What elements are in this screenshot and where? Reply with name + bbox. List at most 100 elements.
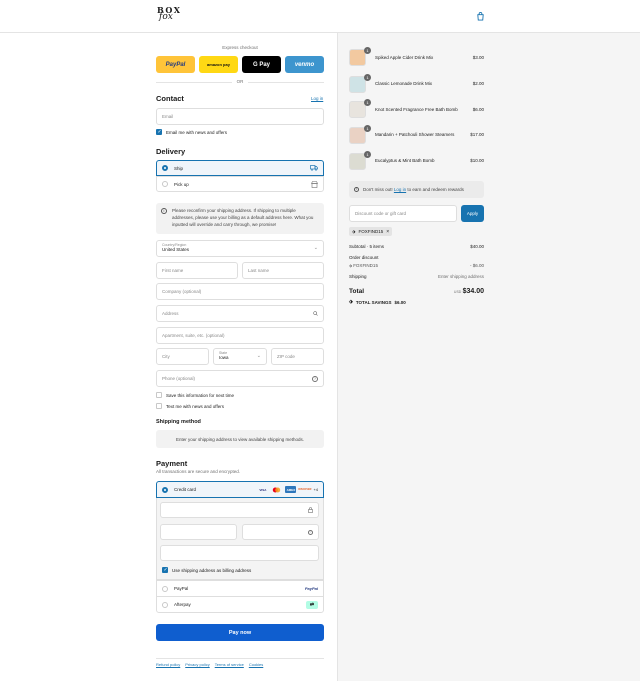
afterpay-option[interactable]: Afterpay ⇄ [156,596,324,613]
paypal-option[interactable]: PayPal PayPal [156,580,324,597]
more-cards-badge: +4 [313,487,318,492]
amazon-pay-label: amazon pay [207,62,230,67]
order-discount-label: Order discount [349,255,379,260]
email-news-label: Email me with news and offers [166,129,227,135]
discount-tag: ⬗ FOXFIND15 × [349,227,393,236]
terms-of-service-link[interactable]: Terms of service [215,662,244,667]
quantity-badge: 1 [364,125,371,132]
cart-item-name: Mandarin + Patchouli Shower Steamers [375,132,455,137]
truck-icon [310,165,318,171]
cart-item-price: $17.00 [470,132,484,137]
address-field[interactable]: Address [156,305,324,322]
shipping-method-heading: Shipping method [156,419,201,425]
order-summary-panel [337,33,640,681]
shipping-row: Shipping Enter shipping address [349,274,484,279]
name-on-card-field[interactable] [160,545,319,561]
privacy-policy-link[interactable]: Privacy policy [185,662,209,667]
afterpay-radio[interactable] [162,601,168,608]
paypal-label: PayPal [174,586,189,591]
paypal-express-button[interactable]: PayPal [156,56,195,73]
refund-policy-link[interactable]: Refund policy [156,662,180,667]
phone-field[interactable]: Phone (optional) ? [156,370,324,387]
total-savings-label: TOTAL SAVINGS [355,299,392,305]
venmo-button[interactable]: venmo [285,56,324,73]
email-field[interactable]: Email [156,108,324,125]
state-select[interactable]: State Iowa ⌄ [213,348,267,365]
card-number-field[interactable] [160,502,319,518]
email-placeholder: Email [162,114,174,119]
ship-label: Ship [174,165,184,171]
cookies-link[interactable]: Cookies [249,662,263,667]
paypal-radio[interactable] [162,585,168,592]
shipping-notice-text: Please reconfirm your shipping address. … [172,208,314,227]
discover-icon: DISCOVER [298,488,312,491]
total-value: $34.00 [462,288,484,295]
text-me-checkbox[interactable] [156,403,162,409]
phone-placeholder: Phone (optional) [162,376,196,381]
pickup-option[interactable]: Pick up [156,176,324,192]
city-field[interactable]: City [156,348,209,365]
cart-item-name: Knot Scented Fragrance Free Bath Bomb [375,107,458,112]
tag-icon: ⬗ [349,299,353,305]
pickup-radio[interactable] [162,181,168,187]
help-icon[interactable]: ? [308,529,313,535]
rewards-banner: i Don't miss out! Log in to earn and red… [349,181,484,198]
google-pay-button[interactable]: G Pay [242,56,281,73]
billing-same-row[interactable]: Use shipping address as billing address [162,567,251,573]
apartment-field[interactable]: Apartment, suite, etc. (optional) [156,327,324,344]
text-me-row[interactable]: Text me with news and offers [156,403,224,409]
cart-item-thumbnail: 1 [349,47,371,66]
shipping-notice: i Please reconfirm your shipping address… [156,203,324,234]
pickup-label: Pick up [174,181,189,187]
cart-item-name: Classic Lemonade Drink Mix [375,81,433,86]
credit-card-option[interactable]: Credit card VISA AMEX DISCOVER +4 [156,481,324,498]
pay-now-label: Pay now [228,629,252,636]
save-info-checkbox[interactable] [156,392,162,398]
company-field[interactable]: Company (optional) [156,283,324,300]
close-icon[interactable]: × [386,229,389,235]
payment-heading: Payment [156,459,188,468]
save-info-row[interactable]: Save this information for next time [156,392,234,398]
rewards-login-link[interactable]: Log in [394,187,406,192]
country-select[interactable]: Country/Region United States ⌄ [156,240,324,257]
zip-placeholder: ZIP code [277,354,295,359]
last-name-placeholder: Last name [248,268,270,273]
billing-same-checkbox[interactable] [162,567,168,573]
shopping-bag-icon[interactable] [476,12,485,21]
address-placeholder: Address [162,311,179,316]
first-name-field[interactable]: First name [156,262,238,279]
info-icon: i [161,208,167,214]
brand-logo[interactable]: BOX fox [157,6,180,22]
discount-code-field[interactable]: Discount code or gift card [349,205,457,222]
subtotal-value: $40.00 [470,244,484,249]
login-link[interactable]: Log in [311,96,323,101]
apply-label: Apply [466,211,479,216]
ship-radio[interactable] [162,165,168,171]
email-news-checkbox[interactable] [156,129,162,135]
email-news-checkbox-row[interactable]: Email me with news and offers [156,129,227,135]
credit-card-radio[interactable] [162,486,168,493]
visa-icon: VISA [259,487,267,492]
store-icon [311,180,318,188]
security-code-field[interactable]: ? [242,524,319,540]
total-currency: USD [453,290,462,294]
apply-button[interactable]: Apply [461,205,484,222]
zip-field[interactable]: ZIP code [271,348,324,365]
discount-tag-label: FOXFIND15 [358,229,384,234]
expiry-field[interactable] [160,524,237,540]
cart-item-thumbnail: 1 [349,151,371,170]
paypal-logo: PayPal [304,586,318,591]
order-discount-row: Order discount [349,255,484,260]
quantity-badge: 1 [364,99,371,106]
chevron-down-icon: ⌄ [313,245,318,251]
ship-option[interactable]: Ship [156,160,324,176]
amazon-pay-button[interactable]: amazon pay [199,56,238,73]
apartment-placeholder: Apartment, suite, etc. (optional) [162,333,225,338]
pay-now-button[interactable]: Pay now [156,624,324,641]
last-name-field[interactable]: Last name [242,262,324,279]
discount-amount: - $6.00 [469,263,484,268]
afterpay-label: Afterpay [174,602,191,607]
help-icon[interactable]: ? [312,375,318,382]
venmo-label: venmo [294,61,315,68]
save-info-label: Save this information for next time [166,392,235,398]
